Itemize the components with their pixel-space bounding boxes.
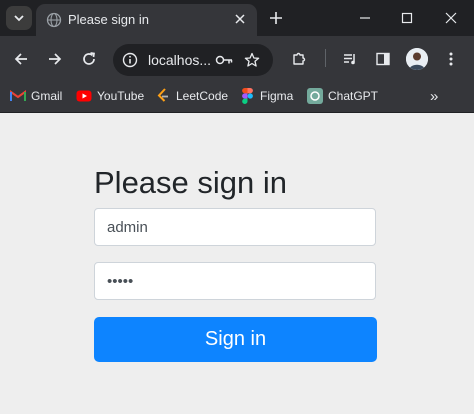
bookmark-label: YouTube	[97, 89, 145, 103]
close-icon	[445, 12, 457, 24]
gmail-icon	[10, 88, 26, 104]
tab-strip: Please sign in	[0, 0, 474, 36]
chevron-double-right-icon: »	[430, 87, 439, 105]
bookmark-figma[interactable]: Figma	[239, 87, 293, 105]
minimize-icon	[360, 17, 370, 19]
bookmark-label: ChatGPT	[328, 89, 379, 103]
key-icon[interactable]	[215, 53, 233, 67]
bookmarks-bar: Gmail YouTube LeetCode Figma ChatGPT »	[0, 81, 474, 113]
profile-avatar[interactable]	[406, 48, 428, 70]
chevron-down-icon	[14, 15, 24, 22]
bookmark-gmail[interactable]: Gmail	[10, 87, 62, 105]
url-text: localhos...	[148, 52, 212, 68]
arrow-left-icon	[14, 53, 27, 65]
figma-icon	[239, 88, 255, 104]
tab-title: Please sign in	[68, 12, 149, 27]
browser-toolbar: localhos...	[0, 36, 474, 81]
puzzle-icon	[293, 52, 306, 65]
password-input[interactable]	[94, 262, 376, 300]
forward-button[interactable]	[45, 49, 65, 69]
tab-search-button[interactable]	[6, 6, 32, 30]
browser-tab[interactable]: Please sign in	[36, 4, 257, 36]
leetcode-icon	[155, 88, 171, 104]
arrow-right-icon	[49, 53, 62, 65]
side-panel-icon	[376, 52, 390, 66]
maximize-icon	[401, 12, 413, 24]
back-button[interactable]	[11, 49, 31, 69]
close-icon	[235, 14, 245, 24]
menu-button[interactable]	[441, 49, 461, 69]
toolbar-divider	[325, 49, 326, 67]
reload-button[interactable]	[79, 49, 99, 69]
bookmark-leetcode[interactable]: LeetCode	[155, 87, 228, 105]
globe-icon	[46, 12, 62, 28]
close-window-button[interactable]	[442, 9, 460, 27]
user-avatar-icon	[406, 48, 428, 70]
star-icon[interactable]	[244, 52, 260, 68]
maximize-button[interactable]	[398, 9, 416, 27]
tab-close-button[interactable]	[231, 10, 249, 28]
bookmark-label: Figma	[260, 89, 294, 103]
bookmark-youtube[interactable]: YouTube	[76, 87, 144, 105]
sign-in-button[interactable]: Sign in	[94, 317, 377, 362]
address-bar[interactable]: localhos...	[113, 44, 273, 76]
bookmark-label: LeetCode	[176, 89, 229, 103]
username-input[interactable]	[94, 208, 376, 246]
side-panel-button[interactable]	[373, 49, 393, 69]
site-info-icon[interactable]	[122, 52, 138, 68]
extensions-button[interactable]	[289, 49, 309, 69]
bookmark-chatgpt[interactable]: ChatGPT	[307, 87, 378, 105]
youtube-icon	[76, 88, 92, 104]
new-tab-button[interactable]	[267, 9, 285, 27]
plus-icon	[270, 12, 282, 24]
media-control-button[interactable]	[340, 49, 360, 69]
more-vertical-icon	[449, 52, 453, 66]
minimize-button[interactable]	[356, 9, 374, 27]
page-content: Please sign in Sign in	[0, 113, 474, 414]
chatgpt-icon	[307, 88, 323, 104]
page-title: Please sign in	[94, 165, 288, 200]
bookmark-label: Gmail	[31, 89, 63, 103]
queue-music-icon	[344, 54, 355, 65]
bookmarks-overflow-button[interactable]: »	[430, 87, 438, 105]
reload-icon	[83, 52, 95, 65]
